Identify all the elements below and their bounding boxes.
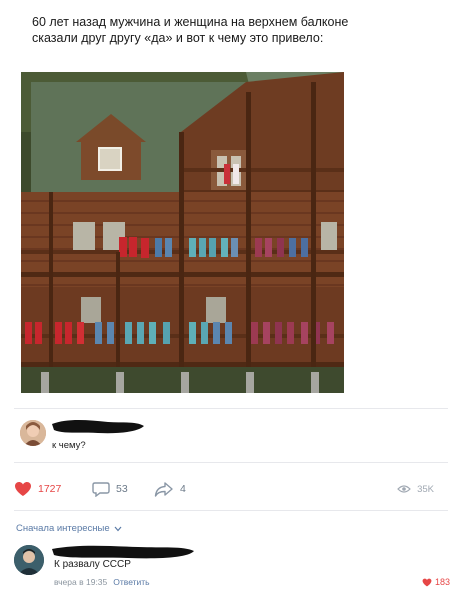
comment-button[interactable]: 53: [92, 478, 128, 500]
avatar[interactable]: [14, 545, 44, 575]
lodge-photo-illustration: [21, 72, 344, 393]
sort-label: Сначала интересные: [16, 523, 110, 534]
heart-icon: [422, 578, 432, 586]
views-counter: 35K: [397, 478, 434, 500]
share-count: 4: [180, 483, 186, 495]
reply-link[interactable]: Ответить: [113, 577, 149, 587]
redacted-name-scribble: [52, 420, 144, 434]
share-button[interactable]: 4: [154, 478, 186, 500]
divider: [14, 510, 448, 511]
avatar[interactable]: [20, 420, 46, 446]
comment-1: к чему?: [18, 412, 318, 451]
views-count: 35K: [417, 483, 434, 495]
divider: [14, 408, 448, 409]
post-photo[interactable]: [21, 72, 344, 393]
like-button[interactable]: 1727: [14, 478, 61, 500]
comment-text: К развалу СССР: [54, 559, 131, 570]
post-text: 60 лет назад мужчина и женщина на верхне…: [32, 15, 349, 45]
post-actions: 1727 53 4 35K: [14, 478, 448, 500]
eye-icon: [397, 485, 411, 493]
comment-meta: вчера в 19:35 Ответить: [54, 577, 150, 587]
comment-sort-dropdown[interactable]: Сначала интересные: [16, 523, 122, 534]
chevron-down-icon: [114, 526, 122, 531]
comment-bubble-icon: [92, 482, 110, 497]
share-arrow-icon: [154, 482, 173, 497]
comment-text: к чему?: [52, 440, 86, 451]
avatar-person-icon: [14, 545, 44, 575]
avatar-face-icon: [20, 420, 46, 446]
comment-2: К развалу СССР вчера в 19:35 Ответить 18…: [14, 541, 454, 591]
comment-count: 53: [116, 483, 128, 495]
heart-icon: [15, 482, 31, 496]
comment-time: вчера в 19:35: [54, 577, 108, 587]
divider: [14, 462, 448, 463]
like-count: 1727: [38, 483, 62, 495]
comment-like-button[interactable]: 183: [422, 577, 450, 587]
comment-like-count: 183: [434, 577, 450, 587]
